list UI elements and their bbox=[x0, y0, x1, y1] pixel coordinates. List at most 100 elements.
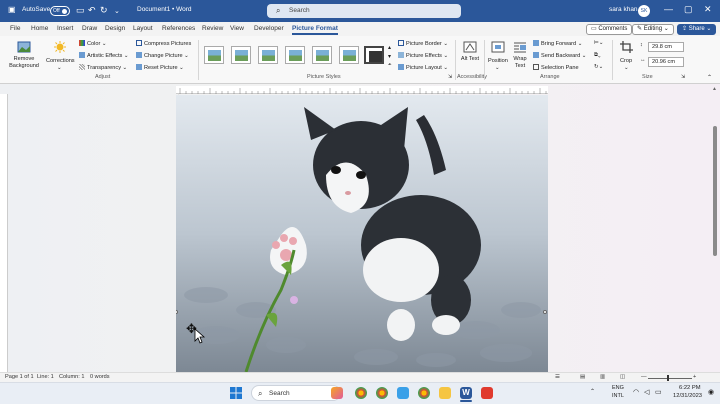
zoom-out-icon[interactable]: — bbox=[641, 374, 647, 380]
wifi-icon[interactable]: ◠ bbox=[633, 388, 639, 396]
customize-qat-icon[interactable]: ⌄ bbox=[114, 7, 120, 15]
comments-button[interactable]: ▭ Comments bbox=[586, 24, 633, 35]
close-icon[interactable]: ✕ bbox=[704, 4, 712, 15]
picture-layout-button[interactable]: Picture Layout ⌄ bbox=[398, 64, 448, 71]
zoom-slider-thumb[interactable] bbox=[667, 375, 669, 381]
web-layout-icon[interactable]: ◫ bbox=[620, 374, 625, 380]
zoom-in-icon[interactable]: + bbox=[693, 374, 696, 380]
word-count[interactable]: 0 words bbox=[90, 374, 110, 380]
word-app-icon[interactable]: W bbox=[460, 387, 472, 399]
clock-date[interactable]: 12/31/2023 bbox=[673, 393, 702, 399]
scroll-up-icon[interactable]: ▲ bbox=[712, 86, 717, 92]
picture-style-2[interactable] bbox=[231, 46, 251, 64]
tab-review[interactable]: Review bbox=[202, 25, 223, 32]
alt-text-button[interactable]: Alt Text bbox=[460, 39, 480, 73]
undo-icon[interactable]: ↶ bbox=[88, 5, 96, 16]
height-field[interactable]: 29.8 cm bbox=[648, 42, 684, 52]
corrections-button[interactable]: Corrections ⌄ bbox=[44, 39, 76, 73]
tab-developer[interactable]: Developer bbox=[254, 25, 284, 32]
taskbar-search[interactable]: ⌕ Search bbox=[251, 385, 341, 401]
file-explorer-icon[interactable] bbox=[439, 387, 451, 399]
tab-file[interactable]: File bbox=[10, 25, 20, 32]
tab-picture-format[interactable]: Picture Format bbox=[292, 25, 338, 35]
search-box[interactable]: ⌕ Search bbox=[267, 4, 461, 18]
picture-style-4[interactable] bbox=[285, 46, 305, 64]
gallery-scroll-up-icon[interactable]: ▴ bbox=[388, 44, 391, 51]
selection-pane-button[interactable]: Selection Pane bbox=[533, 64, 579, 71]
windows-start-icon[interactable] bbox=[230, 387, 242, 399]
tab-references[interactable]: References bbox=[162, 25, 195, 32]
width-field[interactable]: 20.96 cm bbox=[648, 57, 684, 67]
change-picture-button[interactable]: Change Picture ⌄ bbox=[136, 52, 189, 59]
bring-forward-button[interactable]: Bring Forward ⌄ bbox=[533, 40, 582, 47]
color-button[interactable]: Color ⌄ bbox=[79, 40, 107, 47]
user-name[interactable]: sara khan bbox=[609, 6, 638, 13]
scrollbar-thumb[interactable] bbox=[713, 126, 717, 256]
picture-effects-button[interactable]: Picture Effects ⌄ bbox=[398, 52, 448, 59]
send-backward-button[interactable]: Send Backward ⌄ bbox=[533, 52, 586, 59]
read-mode-icon[interactable]: ▤ bbox=[580, 374, 585, 380]
rotate-icon[interactable]: ↻⌄ bbox=[594, 64, 603, 70]
position-button[interactable]: Position ⌄ bbox=[487, 39, 509, 73]
tab-layout[interactable]: Layout bbox=[133, 25, 153, 32]
collapse-ribbon-icon[interactable]: ⌃ bbox=[707, 74, 712, 81]
avatar[interactable]: SK bbox=[638, 5, 650, 17]
picture-style-3[interactable] bbox=[258, 46, 278, 64]
tab-view[interactable]: View bbox=[230, 25, 244, 32]
picture-style-5[interactable] bbox=[312, 46, 332, 64]
gallery-scroll-down-icon[interactable]: ▾ bbox=[388, 53, 391, 60]
tab-draw[interactable]: Draw bbox=[82, 25, 97, 32]
picture-style-1[interactable] bbox=[204, 46, 224, 64]
kitten-photo[interactable] bbox=[176, 95, 548, 372]
app-icon[interactable] bbox=[481, 387, 493, 399]
resize-handle-right[interactable] bbox=[543, 310, 547, 314]
gallery-more-icon[interactable]: ⩡ bbox=[388, 62, 391, 69]
remove-background-button[interactable]: Remove Background bbox=[6, 39, 42, 73]
print-layout-icon[interactable]: ▥ bbox=[600, 374, 605, 380]
focus-icon[interactable]: ☰ bbox=[555, 374, 560, 380]
taskbar-widget-icon[interactable] bbox=[331, 387, 343, 399]
tab-design[interactable]: Design bbox=[105, 25, 125, 32]
show-hidden-icons[interactable]: ⌃ bbox=[590, 388, 595, 395]
compress-pictures-button[interactable]: Compress Pictures bbox=[136, 40, 191, 47]
picture-border-button[interactable]: Picture Border ⌄ bbox=[398, 40, 448, 47]
battery-icon[interactable]: ▭ bbox=[655, 388, 662, 396]
keyboard-layout[interactable]: INTL bbox=[612, 393, 624, 399]
notification-icon[interactable]: ◉ bbox=[708, 388, 714, 396]
picture-style-7[interactable] bbox=[364, 46, 384, 64]
size-dialog-launcher-icon[interactable]: ⇲ bbox=[681, 74, 685, 80]
vertical-scrollbar[interactable] bbox=[712, 96, 718, 372]
group-icon[interactable]: ⧉⌄ bbox=[594, 52, 601, 59]
dialog-launcher-icon[interactable]: ⇲ bbox=[448, 74, 452, 80]
share-button[interactable]: ⇪ Share ⌄ bbox=[677, 24, 717, 35]
clock-time[interactable]: 6:22 PM bbox=[679, 385, 701, 391]
vertical-ruler[interactable] bbox=[0, 94, 8, 372]
editing-button[interactable]: ✎ Editing ⌄ bbox=[632, 24, 674, 35]
save-icon[interactable]: ▭ bbox=[76, 5, 85, 16]
picture-effects-label: Picture Effects bbox=[406, 53, 442, 59]
chrome-profile-icon[interactable] bbox=[376, 387, 388, 399]
adjust-group-label: Adjust bbox=[95, 74, 111, 80]
artistic-effects-button[interactable]: Artistic Effects ⌄ bbox=[79, 52, 129, 59]
redo-icon[interactable]: ↻ bbox=[100, 5, 108, 16]
horizontal-ruler[interactable] bbox=[176, 86, 548, 94]
volume-icon[interactable]: ◁ bbox=[644, 388, 649, 396]
align-icon[interactable]: ⊨⌄ bbox=[594, 40, 604, 46]
wrap-text-button[interactable]: Wrap Text bbox=[510, 39, 530, 73]
maximize-icon[interactable]: ▢ bbox=[684, 4, 693, 15]
reset-picture-button[interactable]: Reset Picture ⌄ bbox=[136, 64, 184, 71]
chrome-app-icon[interactable] bbox=[418, 387, 430, 399]
edge-icon[interactable] bbox=[397, 387, 409, 399]
tab-home[interactable]: Home bbox=[31, 25, 48, 32]
chrome-icon[interactable] bbox=[355, 387, 367, 399]
crop-button[interactable]: Crop ⌄ bbox=[617, 39, 637, 73]
transparency-button[interactable]: Transparency ⌄ bbox=[79, 64, 127, 71]
zoom-slider[interactable] bbox=[648, 378, 692, 379]
autosave-toggle[interactable]: Off bbox=[50, 6, 70, 16]
picture-style-6[interactable] bbox=[339, 46, 359, 64]
language-indicator[interactable]: ENG bbox=[612, 385, 624, 391]
tab-insert[interactable]: Insert bbox=[57, 25, 73, 32]
minimize-icon[interactable]: — bbox=[664, 4, 673, 14]
alt-text-label: Alt Text bbox=[460, 56, 480, 62]
page-count[interactable]: Page 1 of 1 bbox=[5, 374, 34, 380]
